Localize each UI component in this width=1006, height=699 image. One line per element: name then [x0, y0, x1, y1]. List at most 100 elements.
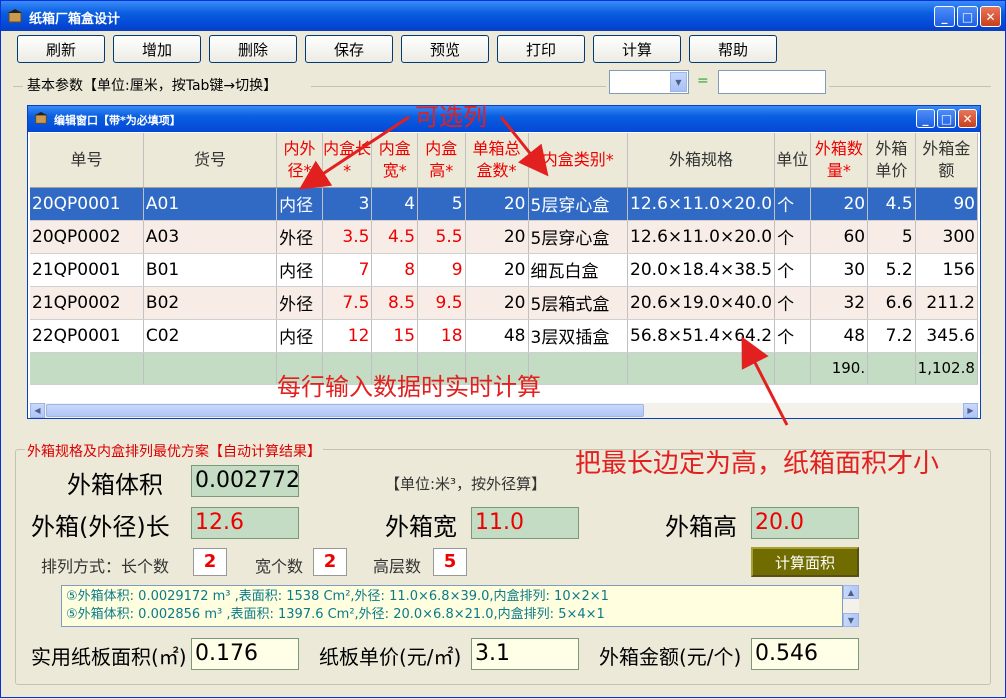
table-cell[interactable]: 5 — [867, 220, 916, 254]
edit-close-button[interactable]: ✕ — [958, 109, 977, 128]
add-button[interactable]: 增加 — [113, 35, 201, 63]
table-cell[interactable]: 7 — [322, 253, 373, 287]
table-cell[interactable]: 内径 — [276, 253, 323, 287]
table-cell[interactable]: 7.5 — [322, 286, 373, 320]
height-field[interactable]: 20.0 — [751, 507, 859, 539]
table-cell[interactable]: 20.0×18.4×38.5 — [627, 253, 776, 287]
area-field[interactable]: 0.176 — [191, 638, 299, 670]
table-cell[interactable]: 8 — [371, 253, 419, 287]
table-cell[interactable]: 5层穿心盒 — [528, 220, 629, 254]
table-cell[interactable]: 48 — [465, 319, 529, 353]
table-cell[interactable]: 个 — [774, 286, 811, 320]
print-button[interactable]: 打印 — [497, 35, 585, 63]
count-length-field[interactable]: 2 — [193, 548, 227, 576]
result-memo[interactable]: ⑤外箱体积: 0.0029172 m³ ,表面积: 1538 Cm²,外径: 1… — [61, 585, 843, 627]
table-cell[interactable]: 15 — [371, 319, 419, 353]
column-header[interactable]: 外箱规格 — [627, 133, 776, 188]
table-cell[interactable]: B01 — [143, 253, 278, 287]
table-cell[interactable]: 12 — [322, 319, 373, 353]
table-cell[interactable]: 20 — [465, 187, 529, 221]
table-cell[interactable]: 18 — [417, 319, 466, 353]
column-header[interactable]: 内外径* — [276, 133, 323, 188]
table-cell[interactable]: B02 — [143, 286, 278, 320]
table-cell[interactable]: 32 — [810, 286, 869, 320]
table-cell[interactable]: 个 — [774, 253, 811, 287]
maximize-button[interactable]: □ — [957, 6, 978, 27]
edit-window-title-bar[interactable]: 编辑窗口【带*为必填项】 _ □ ✕ — [28, 106, 980, 132]
table-cell[interactable]: 外径 — [276, 220, 323, 254]
table-cell[interactable]: 4.5 — [867, 187, 916, 221]
table-row[interactable]: 21QP0001 B01 内径 7 8 9 20 细瓦白盒 20.0×18.4×38.5 个 30 5… — [30, 253, 978, 287]
table-cell[interactable]: A03 — [143, 220, 278, 254]
table-cell[interactable]: 外径 — [276, 286, 323, 320]
column-header[interactable]: 单位 — [774, 133, 811, 188]
table-cell[interactable]: 内径 — [276, 187, 323, 221]
refresh-button[interactable]: 刷新 — [17, 35, 105, 63]
table-cell[interactable]: 21QP0002 — [30, 286, 144, 320]
table-cell[interactable]: 20QP0001 — [30, 187, 144, 221]
data-grid[interactable]: 单号 货号 内外径* 内盒长* 内盒宽* 内盒高* 单箱总盒数* 内盒类别* 外箱规格 单位 外箱数… — [30, 133, 978, 403]
table-cell[interactable]: 7.2 — [867, 319, 916, 353]
scroll-left-icon[interactable]: ◀ — [30, 403, 45, 418]
table-cell[interactable]: A01 — [143, 187, 278, 221]
table-cell[interactable]: 4 — [371, 187, 419, 221]
table-cell[interactable]: 内径 — [276, 319, 323, 353]
chevron-down-icon[interactable]: ▼ — [670, 72, 687, 92]
table-cell[interactable]: 20 — [465, 286, 529, 320]
amount-field[interactable]: 0.546 — [751, 638, 859, 670]
param-select[interactable]: ▼ — [609, 70, 689, 94]
table-cell[interactable]: 6.6 — [867, 286, 916, 320]
save-button[interactable]: 保存 — [305, 35, 393, 63]
table-cell[interactable]: 9 — [417, 253, 466, 287]
table-row[interactable]: 22QP0001 C02 内径 12 15 18 48 3层双插盒 56.8×51.4×64.2… — [30, 319, 978, 353]
table-cell[interactable]: 20 — [465, 220, 529, 254]
edit-maximize-button[interactable]: □ — [937, 109, 956, 128]
table-cell[interactable]: 12.6×11.0×20.0 — [627, 220, 776, 254]
table-cell[interactable]: 22QP0001 — [30, 319, 144, 353]
table-cell[interactable]: 个 — [774, 319, 811, 353]
column-header[interactable]: 外箱金额 — [915, 133, 978, 188]
table-cell[interactable]: 12.6×11.0×20.0 — [627, 187, 776, 221]
close-button[interactable]: ✕ — [980, 6, 1001, 27]
table-cell[interactable]: 21QP0001 — [30, 253, 144, 287]
table-cell[interactable]: 9.5 — [417, 286, 466, 320]
memo-scrollbar[interactable]: ▲ ▼ — [843, 585, 859, 627]
length-field[interactable]: 12.6 — [191, 507, 299, 539]
table-cell[interactable]: 156 — [915, 253, 978, 287]
price-field[interactable]: 3.1 — [471, 638, 579, 670]
table-cell[interactable]: 90 — [915, 187, 978, 221]
table-row[interactable]: 20QP0002 A03 外径 3.5 4.5 5.5 20 5层穿心盒 12.6×11.0×2… — [30, 220, 978, 254]
table-cell[interactable]: 5 — [417, 187, 466, 221]
table-cell[interactable]: 3.5 — [322, 220, 373, 254]
table-cell[interactable]: 345.6 — [915, 319, 978, 353]
edit-minimize-button[interactable]: _ — [916, 109, 935, 128]
scroll-thumb[interactable] — [46, 404, 644, 417]
column-header[interactable]: 单号 — [30, 133, 144, 188]
column-header[interactable]: 内盒类别* — [528, 133, 629, 188]
preview-button[interactable]: 预览 — [401, 35, 489, 63]
table-cell[interactable]: 20 — [465, 253, 529, 287]
column-header[interactable]: 单箱总盒数* — [465, 133, 529, 188]
table-cell[interactable]: 5.5 — [417, 220, 466, 254]
table-cell[interactable]: 30 — [810, 253, 869, 287]
table-cell[interactable]: 56.8×51.4×64.2 — [627, 319, 776, 353]
table-cell[interactable]: 48 — [810, 319, 869, 353]
table-cell[interactable]: 60 — [810, 220, 869, 254]
scroll-down-icon[interactable]: ▼ — [843, 613, 859, 627]
table-cell[interactable]: 5层穿心盒 — [528, 187, 629, 221]
horizontal-scrollbar[interactable]: ◀ ▶ — [30, 403, 978, 418]
table-cell[interactable]: C02 — [143, 319, 278, 353]
delete-button[interactable]: 删除 — [209, 35, 297, 63]
column-header[interactable]: 外箱单价 — [867, 133, 916, 188]
table-cell[interactable]: 211.2 — [915, 286, 978, 320]
table-row[interactable]: 21QP0002 B02 外径 7.5 8.5 9.5 20 5层箱式盒 20.6×19.0×4… — [30, 286, 978, 320]
table-cell[interactable]: 个 — [774, 220, 811, 254]
table-cell[interactable]: 20QP0002 — [30, 220, 144, 254]
table-row[interactable]: 20QP0001 A01 内径 3 4 5 20 5层穿心盒 12.6×11.0×20.0 个 20… — [30, 187, 978, 221]
volume-field[interactable]: 0.0027720 — [191, 465, 299, 497]
table-cell[interactable]: 细瓦白盒 — [528, 253, 629, 287]
table-cell[interactable]: 5.2 — [867, 253, 916, 287]
table-cell[interactable]: 20 — [810, 187, 869, 221]
column-header[interactable]: 内盒长* — [322, 133, 373, 188]
table-cell[interactable]: 5层箱式盒 — [528, 286, 629, 320]
